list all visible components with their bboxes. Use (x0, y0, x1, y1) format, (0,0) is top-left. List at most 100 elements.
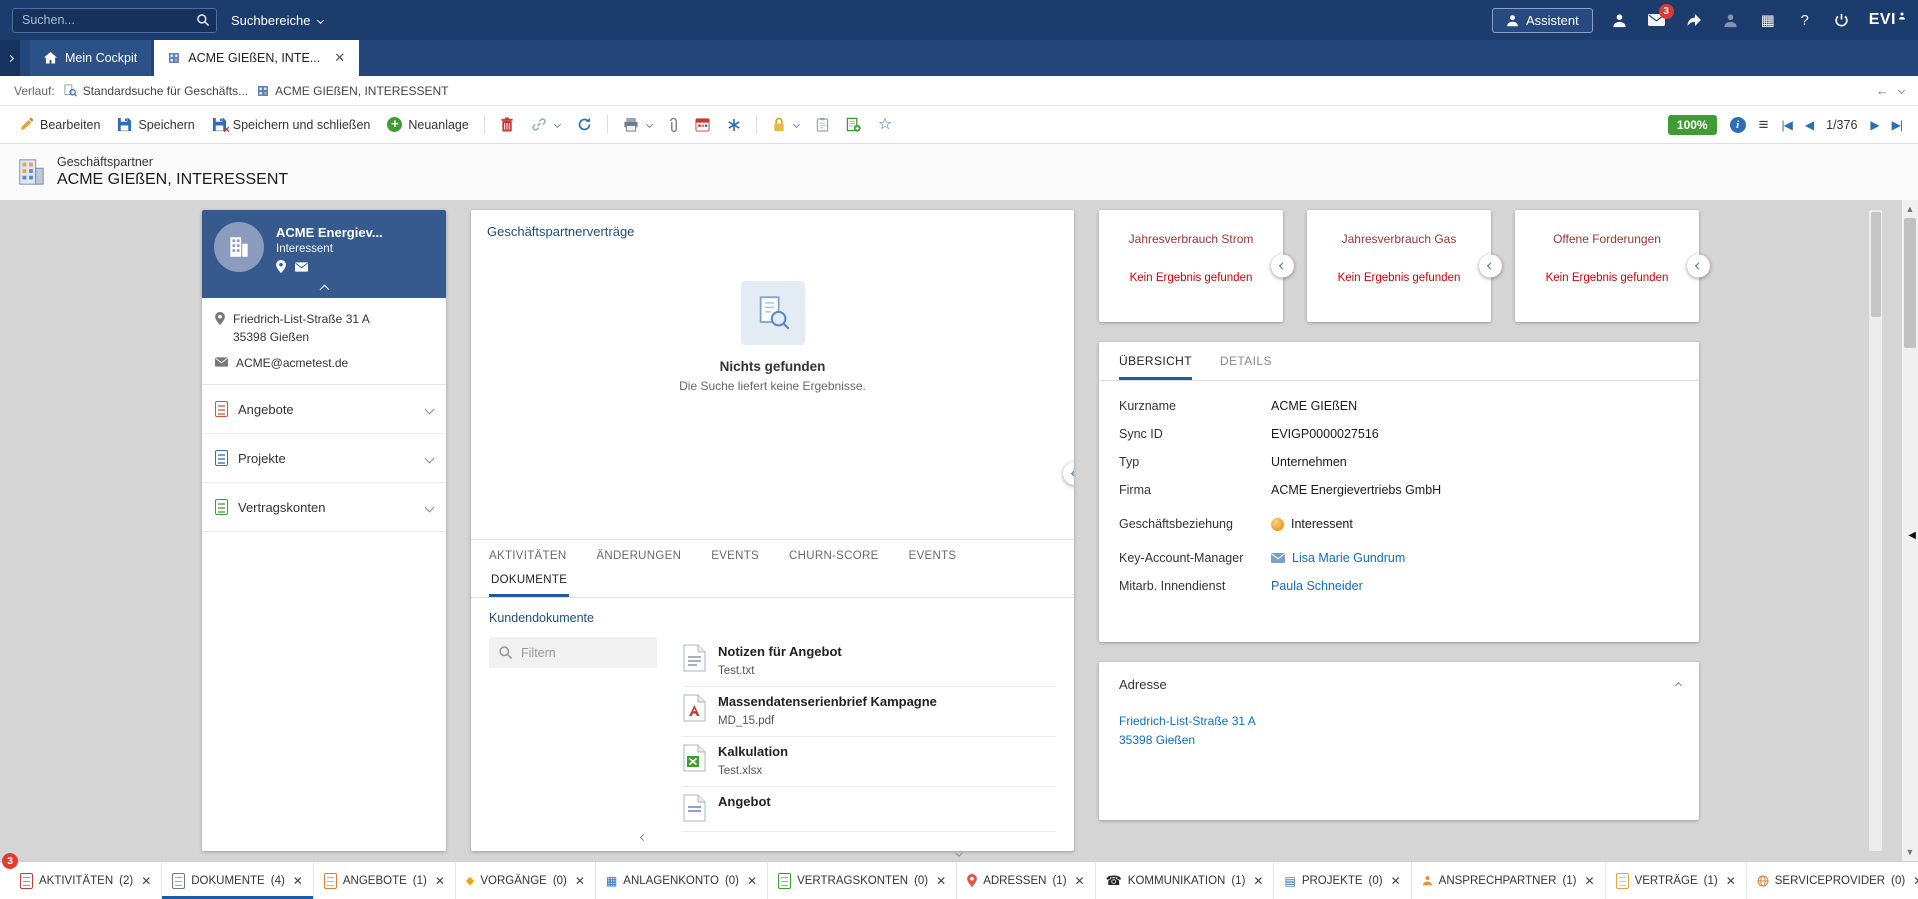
link-button[interactable] (524, 113, 567, 136)
bottom-tab-angebote[interactable]: ANGEBOTE (1) ✕ (314, 862, 456, 899)
power-icon[interactable] (1832, 10, 1852, 30)
next-page-button[interactable]: ▶ (1870, 118, 1878, 132)
history-dropdown-icon[interactable] (1898, 87, 1905, 94)
favorite-button[interactable]: ☆ (871, 113, 899, 137)
expand-panel-icon[interactable]: ◀ (1908, 530, 1916, 541)
menu-icon[interactable]: ≡ (1759, 115, 1769, 135)
main-scrollbar-thumb[interactable] (1904, 218, 1916, 348)
list-item[interactable]: Kalkulation Test.xlsx (683, 737, 1056, 787)
close-icon[interactable]: ✕ (1726, 874, 1736, 888)
save-button[interactable]: Speichern (110, 113, 201, 136)
close-icon[interactable]: ✕ (747, 874, 757, 888)
tab-churn-score[interactable]: CHURN-SCORE (789, 550, 879, 562)
tab-aktivitaeten[interactable]: AKTIVITÄTEN (489, 550, 566, 562)
prev-page-button[interactable]: ◀ (1805, 118, 1813, 132)
user-settings-icon[interactable] (1721, 10, 1741, 30)
key-account-manager-link[interactable]: Lisa Marie Gundrum (1292, 551, 1405, 565)
bottom-tab-vertragskonten[interactable]: VERTRAGSKONTEN (0) ✕ (768, 862, 957, 899)
address-street-link[interactable]: Friedrich-List-Straße 31 A (1119, 712, 1679, 731)
breadcrumb-item-record[interactable]: ACME GIEßEN, INTERESSENT (257, 84, 448, 98)
kpi-prev-button[interactable] (1479, 255, 1502, 278)
bottom-tab-vorgaenge[interactable]: ◆ VORGÄNGE (0) ✕ (456, 862, 596, 899)
close-icon[interactable]: ✕ (1253, 874, 1263, 888)
create-button[interactable]: + Neuanlage (380, 113, 475, 136)
section-projekte[interactable]: Projekte (202, 434, 446, 483)
close-icon[interactable]: ✕ (141, 874, 151, 888)
close-icon[interactable]: ✕ (1075, 874, 1085, 888)
close-icon[interactable]: ✕ (293, 874, 303, 888)
close-icon[interactable]: ✕ (1913, 874, 1918, 888)
search-areas-dropdown[interactable]: Suchbereiche (231, 13, 323, 28)
panel-scrollbar-thumb[interactable] (1871, 212, 1881, 317)
info-icon[interactable]: i (1730, 117, 1746, 133)
list-item[interactable]: Angebot (683, 787, 1056, 832)
kpi-prev-button[interactable] (1271, 255, 1294, 278)
scroll-left-icon[interactable] (641, 828, 646, 843)
tab-mein-cockpit[interactable]: Mein Cockpit (30, 40, 151, 76)
bottom-tab-aktivitaeten[interactable]: AKTIVITÄTEN (2) ✕ (10, 862, 162, 899)
save-and-close-button[interactable]: × Speichern und schließen (205, 113, 378, 136)
bottom-tab-anlagenkonto[interactable]: ▦ ANLAGENKONTO (0) ✕ (596, 862, 768, 899)
scroll-up-icon[interactable]: ▲ (1906, 200, 1915, 218)
collapse-address-icon[interactable] (1676, 676, 1681, 691)
share-arrow-icon[interactable] (1684, 10, 1704, 30)
search-icon[interactable] (196, 13, 210, 27)
tab-aenderungen[interactable]: ÄNDERUNGEN (596, 550, 681, 562)
close-icon[interactable]: ✕ (1585, 874, 1595, 888)
last-page-button[interactable]: ▶| (1892, 118, 1902, 132)
pin-icon[interactable] (276, 260, 286, 273)
lock-button[interactable] (765, 113, 806, 136)
print-button[interactable] (616, 113, 659, 136)
inside-sales-link[interactable]: Paula Schneider (1271, 579, 1363, 593)
special-functions-button[interactable] (720, 114, 748, 136)
mail-icon[interactable]: 3 (1647, 10, 1667, 30)
section-vertragskonten[interactable]: Vertragskonten (202, 483, 446, 532)
close-icon[interactable]: ✕ (435, 874, 445, 888)
bottom-tab-ansprechpartner[interactable]: ANSPRECHPARTNER (1) ✕ (1412, 862, 1606, 899)
tab-uebersicht[interactable]: ÜBERSICHT (1119, 354, 1192, 380)
section-angebote[interactable]: Angebote (202, 385, 446, 434)
bottom-tab-vertraege[interactable]: VERTRÄGE (1) ✕ (1606, 862, 1747, 899)
kpi-prev-button[interactable] (1687, 255, 1710, 278)
close-icon[interactable]: ✕ (936, 874, 946, 888)
tab-events-2[interactable]: EVENTS (909, 550, 957, 562)
filter-input[interactable] (489, 637, 657, 668)
expand-tabs-icon[interactable] (0, 40, 20, 76)
clipboard-button[interactable] (809, 113, 836, 136)
bottom-tab-adressen[interactable]: ADRESSEN (1) ✕ (957, 862, 1095, 899)
delete-button[interactable] (493, 113, 521, 136)
address-city-link[interactable]: 35398 Gießen (1119, 731, 1679, 750)
refresh-button[interactable] (570, 113, 599, 136)
grid-menu-icon[interactable]: ▦ (1758, 10, 1778, 30)
contact-card-header[interactable]: ACME Energiev... Interessent (202, 210, 446, 298)
envelope-icon[interactable] (295, 262, 308, 272)
collapse-contact-icon[interactable] (202, 286, 446, 293)
first-page-button[interactable]: |◀ (1782, 118, 1792, 132)
bottom-tab-projekte[interactable]: ▤ PROJEKTE (0) ✕ (1274, 862, 1411, 899)
tab-events[interactable]: EVENTS (711, 550, 759, 562)
edit-button[interactable]: Bearbeiten (12, 113, 107, 136)
scroll-down-icon[interactable]: ▼ (1906, 843, 1915, 861)
breadcrumb-item-search[interactable]: Standardsuche für Geschäfts... (64, 84, 248, 98)
list-item[interactable]: Notizen für Angebot Test.txt (683, 637, 1056, 687)
bottom-tab-dokumente[interactable]: DOKUMENTE (4) ✕ (162, 862, 314, 899)
kpi-card-forderungen: Offene Forderungen Kein Ergebnis gefunde… (1515, 210, 1699, 322)
tab-details[interactable]: DETAILS (1220, 354, 1272, 380)
close-tab-icon[interactable]: ✕ (334, 50, 345, 66)
search-input[interactable] (12, 8, 217, 33)
close-icon[interactable]: ✕ (575, 874, 585, 888)
history-back-icon[interactable]: ← (1876, 83, 1889, 98)
close-icon[interactable]: ✕ (1391, 874, 1401, 888)
tab-record-active[interactable]: ACME GIEßEN, INTE... ✕ (154, 40, 359, 76)
assistant-button[interactable]: Assistent (1492, 8, 1593, 33)
tab-dokumente[interactable]: DOKUMENTE (489, 568, 569, 597)
attachment-button[interactable] (662, 113, 685, 137)
list-item[interactable]: Massendatenserienbrief Kampagne MD_15.pd… (683, 687, 1056, 737)
help-icon[interactable]: ? (1795, 10, 1815, 30)
bottom-tab-serviceprovider[interactable]: SERVICEPROVIDER (0) ✕ (1747, 862, 1918, 899)
collapse-bottom-icon[interactable] (957, 844, 962, 859)
bottom-tab-kommunikation[interactable]: ☎ KOMMUNIKATION (1) ✕ (1096, 862, 1275, 899)
serial-letter-button[interactable] (688, 113, 717, 136)
user-icon[interactable] (1610, 10, 1630, 30)
export-button[interactable] (839, 113, 868, 136)
